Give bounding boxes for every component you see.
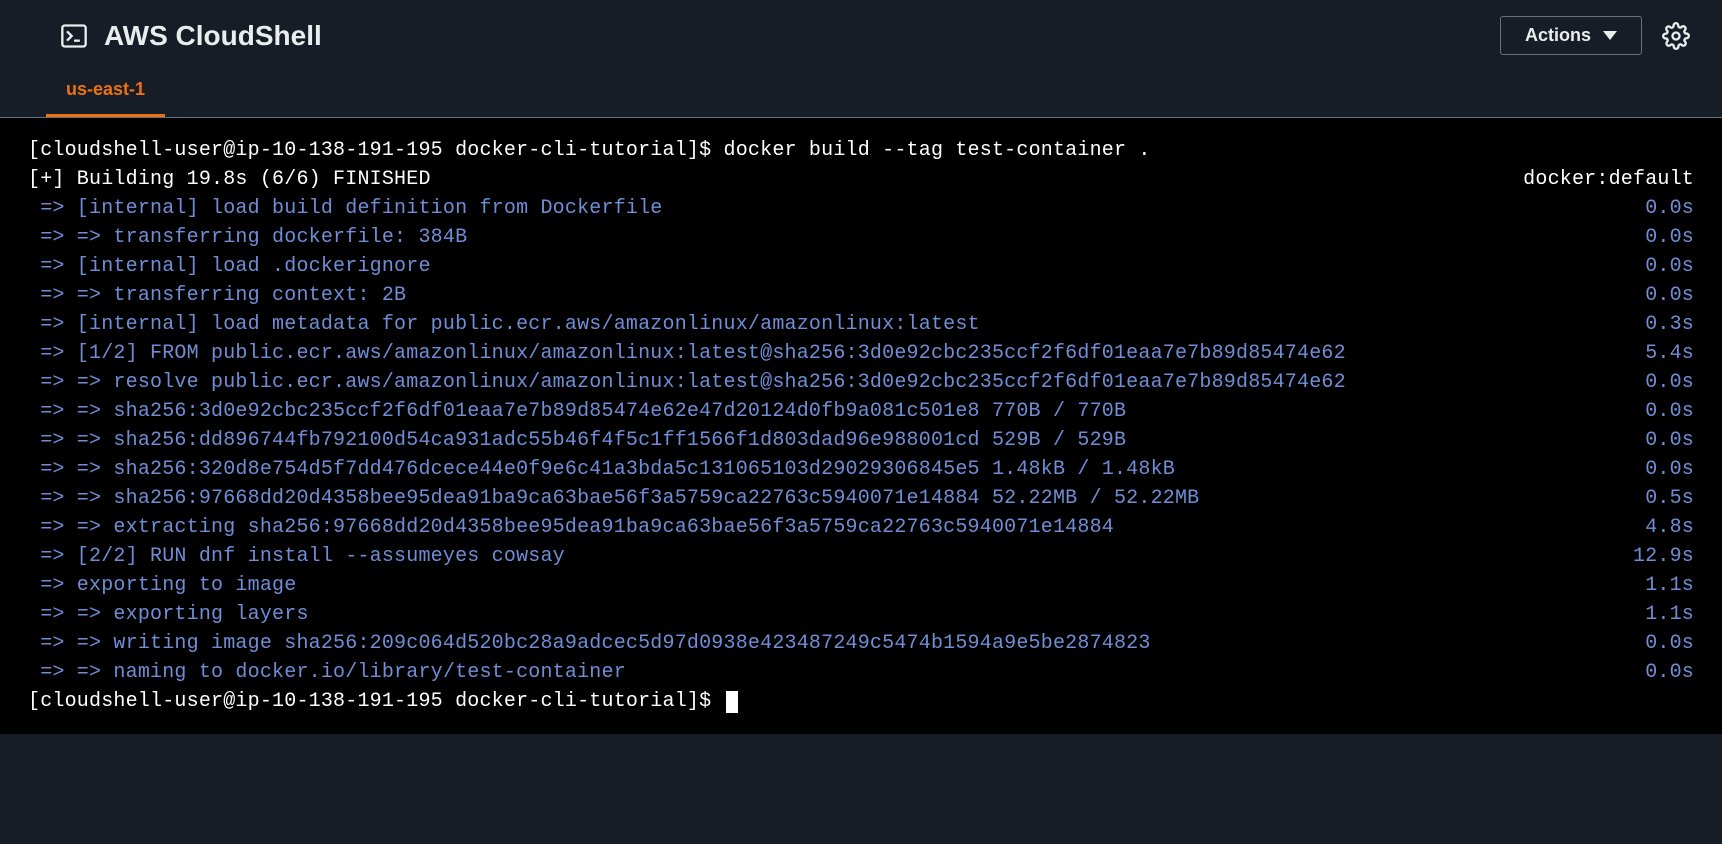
build-step-line: => exporting to image 1.1s (28, 571, 1694, 600)
build-step-text: => => transferring context: 2B (28, 281, 406, 310)
command: docker build --tag test-container . (724, 139, 1151, 162)
build-step-line: => => naming to docker.io/library/test-c… (28, 658, 1694, 687)
build-step-line: => [2/2] RUN dnf install --assumeyes cow… (28, 542, 1694, 571)
build-step-line: => => exporting layers 1.1s (28, 600, 1694, 629)
caret-down-icon (1603, 31, 1617, 40)
cloudshell-icon (60, 22, 88, 50)
build-step-text: => => resolve public.ecr.aws/amazonlinux… (28, 368, 1346, 397)
build-step-text: => => writing image sha256:209c064d520bc… (28, 629, 1151, 658)
build-step-line: => => extracting sha256:97668dd20d4358be… (28, 513, 1694, 542)
build-step-text: => => sha256:dd896744fb792100d54ca931adc… (28, 426, 1126, 455)
terminal-line: [cloudshell-user@ip-10-138-191-195 docke… (28, 136, 1694, 165)
build-step-time: 1.1s (1645, 571, 1694, 600)
build-step-time: 1.1s (1645, 600, 1694, 629)
terminal-line: [cloudshell-user@ip-10-138-191-195 docke… (28, 687, 1694, 716)
build-step-text: => [1/2] FROM public.ecr.aws/amazonlinux… (28, 339, 1346, 368)
build-step-time: 0.0s (1645, 281, 1694, 310)
build-step-line: => [internal] load build definition from… (28, 194, 1694, 223)
build-step-time: 0.0s (1645, 658, 1694, 687)
build-step-text: => => exporting layers (28, 600, 309, 629)
header-bar: AWS CloudShell Actions (0, 0, 1722, 63)
build-step-text: => => extracting sha256:97668dd20d4358be… (28, 513, 1114, 542)
build-step-time: 0.3s (1645, 310, 1694, 339)
build-step-line: => => sha256:3d0e92cbc235ccf2f6df01eaa7e… (28, 397, 1694, 426)
build-step-time: 12.9s (1633, 542, 1694, 571)
build-step-time: 0.0s (1645, 426, 1694, 455)
prompt: [cloudshell-user@ip-10-138-191-195 docke… (28, 139, 724, 162)
build-step-time: 0.0s (1645, 194, 1694, 223)
header-right: Actions (1500, 16, 1690, 55)
build-step-text: => [internal] load build definition from… (28, 194, 663, 223)
build-step-time: 5.4s (1645, 339, 1694, 368)
build-step-time: 0.0s (1645, 223, 1694, 252)
build-step-line: => [internal] load .dockerignore 0.0s (28, 252, 1694, 281)
actions-button[interactable]: Actions (1500, 16, 1642, 55)
tab-region[interactable]: us-east-1 (46, 69, 165, 117)
build-step-line: => => writing image sha256:209c064d520bc… (28, 629, 1694, 658)
build-step-text: => => transferring dockerfile: 384B (28, 223, 467, 252)
prompt: [cloudshell-user@ip-10-138-191-195 docke… (28, 690, 724, 713)
build-driver: docker:default (1523, 165, 1694, 194)
build-step-text: => exporting to image (28, 571, 296, 600)
settings-button[interactable] (1662, 22, 1690, 50)
build-step-text: => => sha256:97668dd20d4358bee95dea91ba9… (28, 484, 1199, 513)
actions-label: Actions (1525, 25, 1591, 46)
build-step-text: => [2/2] RUN dnf install --assumeyes cow… (28, 542, 565, 571)
build-step-line: => => sha256:320d8e754d5f7dd476dcece44e0… (28, 455, 1694, 484)
terminal-output[interactable]: [cloudshell-user@ip-10-138-191-195 docke… (0, 118, 1722, 734)
build-step-line: => [internal] load metadata for public.e… (28, 310, 1694, 339)
build-step-time: 4.8s (1645, 513, 1694, 542)
build-step-text: => => sha256:320d8e754d5f7dd476dcece44e0… (28, 455, 1175, 484)
build-status: [+] Building 19.8s (6/6) FINISHED (28, 165, 431, 194)
build-step-line: => => transferring context: 2B 0.0s (28, 281, 1694, 310)
build-step-text: => => naming to docker.io/library/test-c… (28, 658, 626, 687)
build-step-time: 0.5s (1645, 484, 1694, 513)
build-step-line: => => resolve public.ecr.aws/amazonlinux… (28, 368, 1694, 397)
header-left: AWS CloudShell (60, 20, 322, 52)
build-step-time: 0.0s (1645, 629, 1694, 658)
tabs-bar: us-east-1 (0, 63, 1722, 117)
build-step-line: => => sha256:dd896744fb792100d54ca931adc… (28, 426, 1694, 455)
cursor (726, 691, 738, 713)
terminal-line: [+] Building 19.8s (6/6) FINISHED docker… (28, 165, 1694, 194)
build-step-time: 0.0s (1645, 368, 1694, 397)
build-step-time: 0.0s (1645, 397, 1694, 426)
build-step-text: => [internal] load metadata for public.e… (28, 310, 980, 339)
build-step-line: => => sha256:97668dd20d4358bee95dea91ba9… (28, 484, 1694, 513)
app-title: AWS CloudShell (104, 20, 322, 52)
build-step-time: 0.0s (1645, 455, 1694, 484)
build-step-line: => [1/2] FROM public.ecr.aws/amazonlinux… (28, 339, 1694, 368)
build-step-text: => [internal] load .dockerignore (28, 252, 431, 281)
build-step-time: 0.0s (1645, 252, 1694, 281)
build-step-text: => => sha256:3d0e92cbc235ccf2f6df01eaa7e… (28, 397, 1126, 426)
build-step-line: => => transferring dockerfile: 384B 0.0s (28, 223, 1694, 252)
